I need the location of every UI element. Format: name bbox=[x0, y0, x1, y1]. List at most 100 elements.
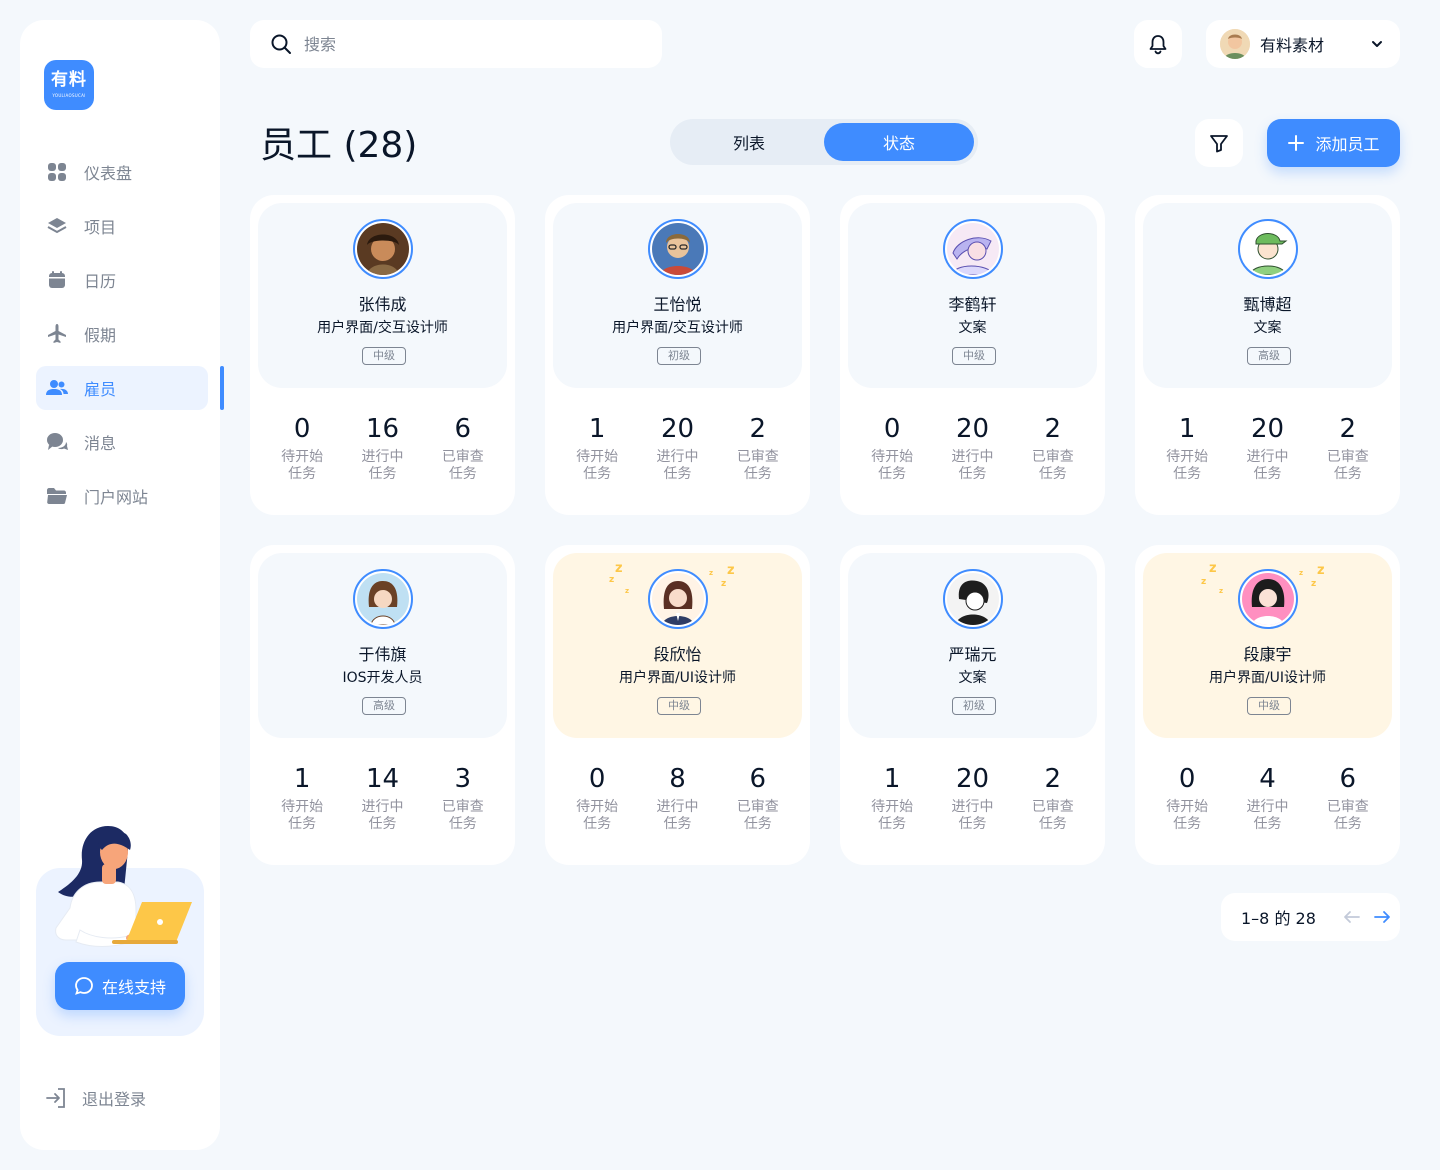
employee-name: 李鹤轩 bbox=[948, 295, 997, 314]
sleep-icon: z bbox=[1317, 563, 1325, 578]
sidebar-item-label: 消息 bbox=[84, 434, 117, 453]
sidebar-item-calendar[interactable]: 日历 bbox=[36, 258, 208, 302]
profile-menu[interactable]: 有料素材 bbox=[1206, 20, 1400, 68]
employee-card[interactable]: 严瑞元 文案 初级 1 待开始任务 20 进行中任务 2 已审查任务 bbox=[840, 545, 1105, 865]
employee-role: IOS开发人员 bbox=[342, 670, 423, 686]
support-illustration bbox=[52, 820, 197, 954]
sleep-icon: z bbox=[1219, 587, 1224, 595]
arrow-left-icon bbox=[1344, 911, 1360, 923]
stat-in-progress: 20 进行中任务 bbox=[937, 763, 1007, 833]
stat-label: 进行中任务 bbox=[656, 449, 699, 482]
page-title: 员工 (28) bbox=[260, 125, 418, 166]
avatar bbox=[648, 569, 708, 629]
sidebar-item-employees[interactable]: 雇员 bbox=[36, 366, 224, 410]
add-employee-button[interactable]: 添加员工 bbox=[1267, 119, 1400, 167]
tab-status[interactable]: 状态 bbox=[824, 123, 974, 161]
logout-button[interactable]: 退出登录 bbox=[44, 1086, 146, 1110]
sidebar: 有料 YOULIAOSUCAI 仪表盘 项目 日历 假期 雇员 消息 门户网站 … bbox=[20, 20, 224, 1150]
airplane-icon bbox=[46, 323, 68, 345]
stat-label: 已审查任务 bbox=[736, 799, 779, 832]
stat-label: 已审查任务 bbox=[1031, 799, 1074, 832]
stat-value: 2 bbox=[1044, 414, 1062, 444]
sidebar-item-projects[interactable]: 项目 bbox=[36, 204, 208, 248]
employee-card[interactable]: 甄博超 文案 高级 1 待开始任务 20 进行中任务 2 已审查任务 bbox=[1135, 195, 1400, 515]
stat-reviewed: 2 已审查任务 bbox=[1313, 413, 1383, 483]
stat-value: 4 bbox=[1259, 764, 1276, 794]
arrow-right-icon bbox=[1374, 911, 1390, 923]
stat-label: 进行中任务 bbox=[1246, 799, 1289, 832]
logout-icon bbox=[46, 1088, 65, 1108]
stat-label: 待开始任务 bbox=[281, 449, 324, 482]
employee-name: 段欣怡 bbox=[653, 645, 702, 664]
sleep-icon: z bbox=[625, 587, 630, 595]
add-employee-label: 添加员工 bbox=[1315, 135, 1380, 154]
stat-value: 6 bbox=[454, 414, 472, 444]
employee-card[interactable]: z z z z z z 段欣怡 用户界面/UI设计师 中级 0 待开始任务 8 进行… bbox=[545, 545, 810, 865]
notifications-button[interactable] bbox=[1134, 20, 1182, 68]
tab-list[interactable]: 列表 bbox=[674, 123, 824, 161]
employee-card[interactable]: 李鹤轩 文案 中级 0 待开始任务 20 进行中任务 2 已审查任务 bbox=[840, 195, 1105, 515]
employee-card[interactable]: z z z z z z 段康宇 用户界面/UI设计师 中级 0 待开始任务 4 进行… bbox=[1135, 545, 1400, 865]
stat-in-progress: 20 进行中任务 bbox=[937, 413, 1007, 483]
sidebar-item-label: 日历 bbox=[84, 272, 117, 291]
users-icon bbox=[46, 377, 68, 399]
stat-label: 待开始任务 bbox=[871, 449, 914, 482]
employee-card-header: 王怡悦 用户界面/交互设计师 初级 bbox=[553, 203, 802, 388]
stat-value: 20 bbox=[1250, 414, 1285, 444]
stat-label: 已审查任务 bbox=[441, 449, 484, 482]
stat-value: 0 bbox=[1178, 764, 1196, 794]
avatar bbox=[1220, 29, 1250, 59]
stat-value: 20 bbox=[955, 414, 990, 444]
stat-in-progress: 20 进行中任务 bbox=[1232, 413, 1302, 483]
avatar bbox=[943, 569, 1003, 629]
sidebar-item-vacations[interactable]: 假期 bbox=[36, 312, 208, 356]
stat-in-progress: 8 进行中任务 bbox=[642, 763, 712, 833]
employee-grid: 张伟成 用户界面/交互设计师 中级 0 待开始任务 16 进行中任务 6 已审查任务 … bbox=[250, 195, 1400, 865]
employee-role: 文案 bbox=[1253, 320, 1282, 336]
stat-reviewed: 6 已审查任务 bbox=[428, 413, 498, 483]
avatar bbox=[353, 219, 413, 279]
avatar bbox=[353, 569, 413, 629]
sidebar-item-portal[interactable]: 门户网站 bbox=[36, 474, 208, 518]
task-stats: 0 待开始任务 8 进行中任务 6 已审查任务 bbox=[545, 763, 810, 833]
pagination: 1–8 的 28 bbox=[1221, 893, 1400, 941]
sleep-icon: z bbox=[727, 563, 735, 578]
brand-logo[interactable]: 有料 YOULIAOSUCAI bbox=[44, 60, 94, 110]
stat-label: 已审查任务 bbox=[1326, 799, 1369, 832]
stat-value: 1 bbox=[293, 764, 311, 794]
employee-card[interactable]: 张伟成 用户界面/交互设计师 中级 0 待开始任务 16 进行中任务 6 已审查任务 bbox=[250, 195, 515, 515]
task-stats: 1 待开始任务 20 进行中任务 2 已审查任务 bbox=[840, 763, 1105, 833]
sidebar-item-messages[interactable]: 消息 bbox=[36, 420, 208, 464]
employee-name: 严瑞元 bbox=[948, 645, 997, 664]
employee-name: 王怡悦 bbox=[653, 295, 702, 314]
online-support-button[interactable]: 在线支持 bbox=[55, 962, 185, 1010]
employee-role: 用户界面/交互设计师 bbox=[612, 320, 743, 336]
logo-text: 有料 bbox=[51, 70, 87, 90]
sleep-icon: z bbox=[709, 569, 714, 577]
stat-in-progress: 20 进行中任务 bbox=[642, 413, 712, 483]
employee-card-header: z z z z z z 段欣怡 用户界面/UI设计师 中级 bbox=[553, 553, 802, 738]
employee-card[interactable]: 于伟旗 IOS开发人员 高级 1 待开始任务 14 进行中任务 3 已审查任务 bbox=[250, 545, 515, 865]
next-page-button[interactable] bbox=[1370, 905, 1394, 929]
stat-todo: 1 待开始任务 bbox=[857, 763, 927, 833]
stat-label: 已审查任务 bbox=[1326, 449, 1369, 482]
employee-card[interactable]: 王怡悦 用户界面/交互设计师 初级 1 待开始任务 20 进行中任务 2 已审查任务 bbox=[545, 195, 810, 515]
employee-card-header: z z z z z z 段康宇 用户界面/UI设计师 中级 bbox=[1143, 553, 1392, 738]
sleep-icon: z bbox=[609, 575, 615, 585]
stat-in-progress: 14 进行中任务 bbox=[347, 763, 417, 833]
search-input[interactable] bbox=[304, 34, 624, 54]
sidebar-item-dashboard[interactable]: 仪表盘 bbox=[36, 150, 208, 194]
level-badge: 中级 bbox=[657, 697, 701, 715]
filter-button[interactable] bbox=[1195, 119, 1243, 167]
prev-page-button[interactable] bbox=[1340, 905, 1364, 929]
employee-role: 文案 bbox=[958, 670, 987, 686]
search-bar[interactable] bbox=[250, 20, 662, 68]
level-badge: 初级 bbox=[952, 697, 996, 715]
stat-reviewed: 2 已审查任务 bbox=[723, 413, 793, 483]
employee-name: 甄博超 bbox=[1243, 295, 1292, 314]
employee-card-header: 于伟旗 IOS开发人员 高级 bbox=[258, 553, 507, 738]
sidebar-item-label: 门户网站 bbox=[84, 488, 149, 507]
stat-value: 8 bbox=[669, 764, 686, 794]
sleep-icon: z bbox=[1299, 569, 1304, 577]
avatar bbox=[1238, 569, 1298, 629]
